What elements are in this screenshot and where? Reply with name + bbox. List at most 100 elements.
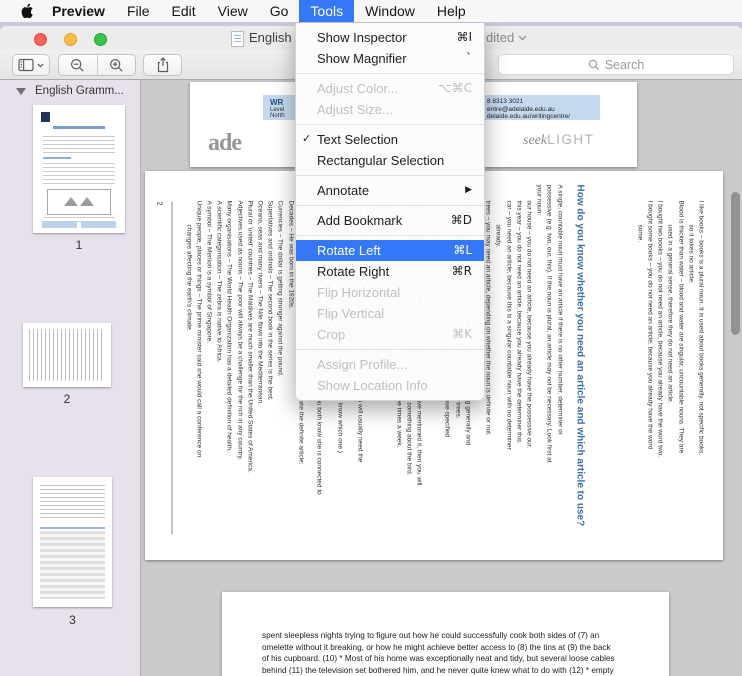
zoom-in-button[interactable] xyxy=(98,55,136,75)
page2-text-line: Superlatives and ordinals – The second b… xyxy=(266,200,274,401)
page2-text-line: I bought two books – you do not need an … xyxy=(656,200,664,457)
sidebar-toggle-button[interactable] xyxy=(12,54,50,76)
menu-shortcut: ⌘I xyxy=(456,30,472,44)
page3-text: spent sleepless nights trying to figure … xyxy=(262,630,615,676)
menubar-item-tools[interactable]: Tools xyxy=(299,0,355,22)
thumbnail-footer-block xyxy=(42,221,77,228)
menu-shortcut: ⌘K xyxy=(452,327,472,341)
menu-item-label: Text Selection xyxy=(317,132,398,147)
menu-item-assign-profile: Assign Profile... xyxy=(296,354,484,375)
menu-shortcut: ⌘L xyxy=(453,243,472,257)
menu-item-annotate[interactable]: Annotate ▶ xyxy=(296,180,484,201)
page2-text-line: Currencies – The dollar is getting stron… xyxy=(276,200,284,377)
menu-item-show-location-info: Show Location Info xyxy=(296,375,484,396)
apple-menu[interactable] xyxy=(21,3,35,19)
menu-item-add-bookmark[interactable]: Add Bookmark ⌘D xyxy=(296,210,484,231)
thumbnail-title-line xyxy=(53,126,105,129)
page2-text-line: car – you need an article, because this … xyxy=(504,200,512,450)
menu-item-label: Rotate Right xyxy=(317,264,390,279)
submenu-arrow-icon: ▶ xyxy=(465,185,472,195)
tree-diagram-icon xyxy=(64,197,78,206)
page2-text-line: so it takes no article. xyxy=(686,224,694,284)
thumbnail-diagram xyxy=(47,189,111,215)
chevron-down-icon xyxy=(518,35,527,41)
menu-item-label: Annotate xyxy=(317,183,370,198)
thumbnail-table-header xyxy=(40,527,105,529)
page2-text-line: our house – you do not need an article, … xyxy=(524,200,532,448)
page2-text-line: already. xyxy=(494,224,502,247)
menu-item-flip-vertical: Flip Vertical xyxy=(296,303,484,324)
page3-text-line: spent sleepless nights trying to figure … xyxy=(262,631,600,640)
page2-text-line: Many organisations – The World Health Or… xyxy=(225,200,233,452)
menu-item-label: Adjust Color... xyxy=(317,81,398,96)
menubar-item-view[interactable]: View xyxy=(207,0,259,22)
magnifier-minus-icon xyxy=(71,58,84,72)
menu-separator xyxy=(296,175,484,176)
menubar-item-preview[interactable]: Preview xyxy=(41,0,116,22)
page-3: spent sleepless nights trying to figure … xyxy=(222,592,669,676)
menu-separator xyxy=(296,349,484,350)
scrollbar-thumb[interactable] xyxy=(731,192,740,335)
thumbnail-page-1[interactable] xyxy=(33,105,125,233)
menu-item-text-selection[interactable]: ✓ Text Selection xyxy=(296,129,484,150)
window-title: English xyxy=(249,30,292,45)
page2-text-line: used in a general sense, therefore they … xyxy=(666,224,674,403)
sidebar-icon xyxy=(18,58,34,72)
menu-item-label: Flip Horizontal xyxy=(317,285,401,300)
menu-item-adjust-size: Adjust Size... xyxy=(296,99,484,120)
search-input[interactable]: Search xyxy=(498,54,734,75)
menubar-item-window[interactable]: Window xyxy=(354,0,426,22)
menu-item-rectangular-selection[interactable]: Rectangular Selection xyxy=(296,150,484,171)
menubar-item-help[interactable]: Help xyxy=(426,0,477,22)
menu-item-show-inspector[interactable]: Show Inspector ⌘I xyxy=(296,27,484,48)
menu-shortcut: ` xyxy=(466,51,472,65)
banner-title: WR xyxy=(270,98,284,107)
thumbnail-rotated-text xyxy=(29,329,105,381)
document-icon xyxy=(231,31,244,47)
menubar-item-go[interactable]: Go xyxy=(259,0,300,22)
page2-text-line: A single, countable noun must have an ar… xyxy=(555,184,563,435)
menu-item-label: Show Inspector xyxy=(317,30,407,45)
window-title-edited[interactable]: dited xyxy=(486,26,527,50)
menubar-item-edit[interactable]: Edit xyxy=(161,0,207,22)
adelaide-logo: ade xyxy=(208,130,242,156)
menu-item-label: Crop xyxy=(317,327,346,342)
menubar-item-file[interactable]: File xyxy=(116,0,161,22)
page3-text-line: of his cupboard. (10) * Most of his home… xyxy=(262,654,615,664)
page2-text-line: Oceans, seas and many rivers – The Nile … xyxy=(256,200,264,405)
search-placeholder: Search xyxy=(604,57,645,72)
apple-logo-icon xyxy=(21,3,33,19)
thumbnail-text-lines xyxy=(43,163,115,185)
menu-shortcut: ⌘D xyxy=(450,213,472,227)
zoom-controls xyxy=(58,54,136,76)
search-icon xyxy=(588,59,599,70)
share-button[interactable] xyxy=(143,54,182,76)
menu-separator xyxy=(296,73,484,74)
close-button[interactable] xyxy=(34,33,47,46)
page-number-label: 2 xyxy=(63,392,71,406)
menu-item-label: Adjust Size... xyxy=(317,102,393,117)
minimize-button[interactable] xyxy=(64,33,77,46)
sidebar-document-group[interactable]: English Gramm... xyxy=(16,85,124,97)
page2-text-line: I like books – books is a plural noun. I… xyxy=(697,200,704,455)
zoom-out-button[interactable] xyxy=(59,55,98,75)
thumbnail-page-2[interactable] xyxy=(23,323,111,387)
menu-shortcut: ⌥⌘C xyxy=(437,81,472,95)
page2-text-line: Decades – He was born in the 1920s. xyxy=(286,200,294,309)
menu-item-rotate-left[interactable]: Rotate Left ⌘L xyxy=(296,240,484,261)
thumbnail-page-3[interactable] xyxy=(33,477,112,607)
menu-bar: Preview File Edit View Go Tools Window Help xyxy=(0,0,742,22)
menu-separator xyxy=(296,205,484,206)
sidebar-document-title: English Gramm... xyxy=(35,85,124,97)
menu-item-label: Flip Vertical xyxy=(317,306,385,321)
zoom-window-button[interactable] xyxy=(94,33,107,46)
disclosure-triangle-icon[interactable] xyxy=(16,87,26,95)
menu-item-label: Rotate Left xyxy=(317,243,381,258)
page2-text-line: Unique people, places or things – The pr… xyxy=(194,200,202,457)
tree-diagram-icon xyxy=(80,197,94,206)
banner-contact-block: 8 8313 3021 entre@adelaide.edu.au delaid… xyxy=(487,98,571,120)
menu-item-show-magnifier[interactable]: Show Magnifier ` xyxy=(296,48,484,69)
menu-bar-items: Preview File Edit View Go Tools Window Help xyxy=(41,0,477,22)
menu-item-rotate-right[interactable]: Rotate Right ⌘R xyxy=(296,261,484,282)
page-number-label: 1 xyxy=(75,238,83,252)
